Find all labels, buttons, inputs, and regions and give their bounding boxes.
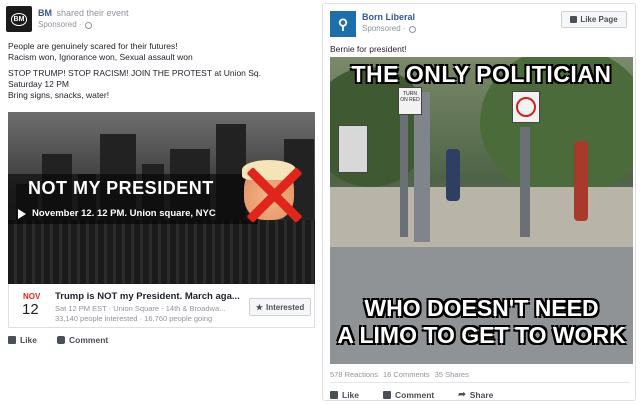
globe-icon [408,25,416,33]
like-button[interactable]: Like [330,389,359,400]
interested-button[interactable]: ★ Interested [249,298,311,316]
red-x-icon [244,164,304,224]
meme-top-text: THE ONLY POLITICIAN [351,61,612,87]
page-name-link[interactable]: Born Liberal [362,11,416,23]
body-line: Bring signs, snacks, water! [8,90,110,100]
turn-on-red-sign: TURN ON RED [398,87,422,115]
no-left-turn-sign [512,91,540,123]
like-label: Like [20,335,38,345]
reaction-summary[interactable]: 578 Reactions 16 Comments 35 Shares [330,370,469,379]
event-card[interactable]: NOV 12 Trump is NOT my President. March … [8,284,315,328]
share-count[interactable]: 35 Shares [435,370,469,379]
right-post: ⚲ Born Liberal Sponsored · Like Page Ber… [322,3,636,401]
comment-icon [57,336,66,344]
body-line: STOP TRUMP! STOP RACISM! JOIN THE PROTES… [8,68,262,78]
like-button[interactable]: Like [8,335,37,345]
comment-count[interactable]: 16 Comments [383,370,430,379]
image-subline: November 12. 12 PM. Union square, NYC [32,208,216,219]
thumbs-up-icon [570,16,578,23]
reaction-count[interactable]: 578 Reactions [330,370,378,379]
interested-label: Interested [265,302,305,312]
thumbs-up-icon [8,336,16,344]
star-icon: ★ [255,302,263,312]
post-body: Bernie for president! [330,44,407,55]
person-figure [574,141,588,221]
sponsored-label[interactable]: Sponsored · [38,19,82,31]
sponsored-label[interactable]: Sponsored · [362,23,406,35]
share-button[interactable]: ➦ Share [458,389,493,400]
page-avatar[interactable]: ⚲ [330,11,356,37]
event-counts: 33,140 people interested · 16,760 people… [55,314,213,323]
left-post: BM BM shared their event Sponsored · Peo… [2,2,318,400]
meme-bottom-line: WHO DOESN'T NEED [364,295,599,321]
page-avatar[interactable]: BM [6,6,32,32]
share-arrow-icon: ➦ [458,389,466,399]
arrow-icon [18,209,26,219]
share-label: Share [469,389,494,400]
event-cover-image[interactable]: NOT MY PRESIDENT November 12. 12 PM. Uni… [8,112,315,284]
image-headline: NOT MY PRESIDENT [28,178,214,198]
meme-bottom-text: WHO DOESN'T NEED A LIMO TO GET TO WORK [330,295,633,349]
comment-button[interactable]: Comment [383,389,434,400]
event-title[interactable]: Trump is NOT my President. March aga... [55,291,240,302]
avatar-logo-text: BM [10,12,28,26]
thumbs-up-icon [330,390,338,399]
event-day: 12 [22,301,39,318]
post-header: ⚲ Born Liberal Sponsored · [330,11,416,37]
comment-label: Comment [395,389,435,400]
body-line: Bernie for president! [330,44,407,54]
comment-button[interactable]: Comment [57,335,108,345]
body-line: Saturday 12 PM [8,79,69,89]
globe-icon [84,21,92,29]
person-figure [446,149,460,201]
like-page-label: Like Page [580,15,618,24]
meme-bottom-line: A LIMO TO GET TO WORK [337,322,626,348]
like-page-button[interactable]: Like Page [561,11,627,28]
meme-image[interactable]: TURN ON RED THE ONLY POLITICIAN WHO DOES… [330,57,633,364]
divider [330,382,630,383]
liberty-logo-icon: ⚲ [337,15,349,32]
bus-stop-poster [338,125,368,173]
no-turn-icon [516,97,536,117]
comment-icon [383,390,392,399]
like-label: Like [342,389,360,400]
body-line: Racism won, Ignorance won, Sexual assaul… [8,52,193,62]
post-header: BM BM shared their event Sponsored · [6,6,129,32]
comment-label: Comment [69,335,109,345]
post-actions: Like Comment [8,335,108,345]
body-line: People are genuinely scared for their fu… [8,41,178,51]
action-text: shared their event [56,8,129,18]
page-name-link[interactable]: BM [38,8,52,18]
event-meta: Sat 12 PM EST · Union Square - 14th & Br… [55,304,226,313]
event-month: NOV [23,292,41,301]
post-body: People are genuinely scared for their fu… [8,41,261,101]
post-actions: Like Comment ➦ Share [330,389,493,400]
sign-text: TURN ON RED [400,91,420,103]
